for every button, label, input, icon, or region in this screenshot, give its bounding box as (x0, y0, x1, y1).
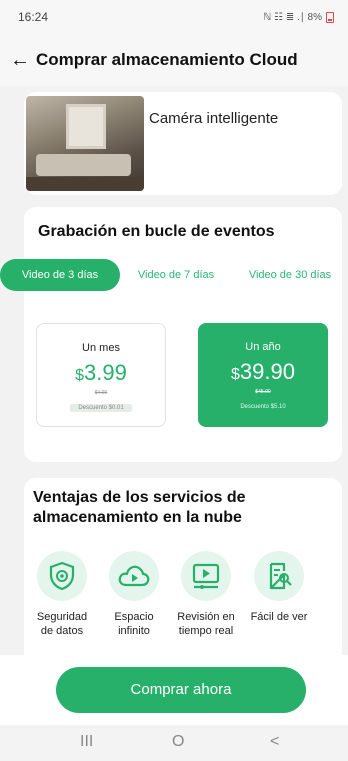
benefit-item: Revisión en tiempo real (175, 551, 237, 638)
plan-price: $3.99 (75, 360, 127, 385)
benefit-label: Revisión en tiempo real (177, 611, 235, 637)
status-time: 16:24 (18, 10, 49, 24)
app-bar: ← Comprar almacenamiento Cloud (0, 34, 348, 86)
battery-icon (326, 11, 334, 23)
status-icons-text: ℕ ☷ ≣ .∣ 8% (263, 11, 322, 23)
monitor-play-icon (181, 551, 231, 601)
cloud-play-icon (109, 551, 159, 601)
system-nav-bar: III O < (0, 725, 348, 761)
plan-option-yearly[interactable]: Un año $39.90 $45.00 Descuento $5.10 (198, 323, 328, 427)
device-name: Caméra intelligente (149, 110, 279, 127)
recents-button[interactable]: III (80, 733, 93, 751)
device-thumbnail (26, 96, 144, 191)
benefit-item: Seguridad de datos (31, 551, 93, 638)
device-card: Caméra intelligente (24, 92, 342, 195)
plan-period: Un año (245, 341, 281, 353)
plan-price: $39.90 (231, 359, 295, 384)
back-button[interactable]: < (270, 733, 279, 751)
duration-tabs: Video de 3 días Video de 7 días Video de… (0, 259, 348, 291)
plan-card: Grabación en bucle de eventos Video de 3… (0, 207, 342, 462)
status-indicators: ℕ ☷ ≣ .∣ 8% (263, 11, 334, 23)
benefit-label: Fácil de ver (250, 611, 308, 623)
plan-option-monthly[interactable]: Un mes $3.99 $4.99 Descuento $0.01 (36, 323, 166, 427)
plan-discount-badge: Descuento $0.01 (70, 404, 132, 412)
plan-discount-badge: Descuento $5.10 (240, 404, 286, 410)
benefit-item: Fácil de ver (248, 551, 310, 624)
benefits-card: Ventajas de los servicios de almacenamie… (24, 478, 342, 668)
tab-3-days[interactable]: Video de 3 días (0, 259, 120, 291)
plan-old-price: $4.99 (94, 390, 108, 396)
benefits-title: Ventajas de los servicios de almacenamie… (33, 489, 246, 526)
benefit-label: Espacio infinito (114, 611, 154, 637)
tab-30-days[interactable]: Video de 30 días (236, 259, 344, 291)
page-title: Comprar almacenamiento Cloud (36, 50, 298, 69)
benefit-label: Seguridad de datos (36, 611, 88, 637)
status-bar: 16:24 ℕ ☷ ≣ .∣ 8% (0, 0, 348, 34)
plan-period: Un mes (82, 342, 120, 354)
tab-7-days[interactable]: Video de 7 días (124, 259, 228, 291)
buy-now-button[interactable]: Comprar ahora (56, 667, 306, 713)
benefit-item: Espacio infinito (103, 551, 165, 638)
document-search-icon (254, 551, 304, 601)
plan-old-price: $45.00 (255, 389, 271, 395)
home-button[interactable]: O (172, 733, 184, 751)
back-arrow-icon[interactable]: ← (10, 49, 30, 72)
shield-icon (37, 551, 87, 601)
plan-section-title: Grabación en bucle de eventos (38, 223, 275, 240)
